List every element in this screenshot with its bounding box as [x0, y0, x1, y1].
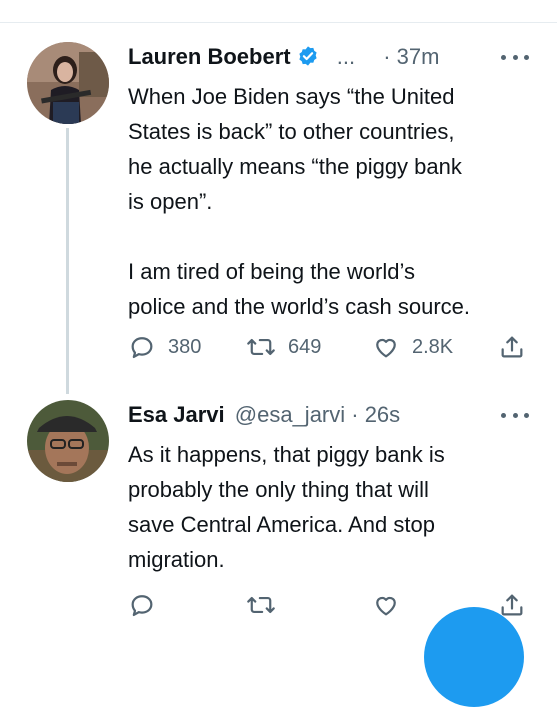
top-bar	[0, 0, 557, 23]
reply-icon	[131, 595, 153, 617]
tweet-text: When Joe Biden says “the United States i…	[128, 84, 471, 319]
reply-count: 380	[168, 335, 202, 358]
like-count: 2.8K	[412, 335, 454, 358]
tweet-1[interactable]: Lauren Boebert ... · 37m When Joe Biden …	[128, 44, 537, 324]
reply-button[interactable]: 380	[128, 333, 201, 361]
more-options-icon[interactable]	[501, 406, 529, 424]
tweet-time[interactable]: · 37m	[383, 44, 439, 69]
reply-icon	[131, 337, 153, 359]
author-name[interactable]: Lauren Boebert	[128, 44, 291, 69]
like-icon	[376, 596, 396, 616]
like-button[interactable]: 2.8K	[372, 333, 453, 361]
avatar-lauren-boebert[interactable]	[27, 42, 109, 124]
reply-button[interactable]	[128, 591, 156, 619]
thread-connector-line	[66, 128, 69, 394]
author-handle-and-time[interactable]: @esa_jarvi · 26s	[235, 402, 400, 427]
tweet-header: Esa Jarvi @esa_jarvi · 26s	[128, 402, 537, 436]
like-button[interactable]	[372, 591, 400, 619]
tweet-text: As it happens, that piggy bank is probab…	[128, 442, 445, 572]
author-handle[interactable]: ...	[337, 44, 355, 69]
author-name[interactable]: Esa Jarvi	[128, 402, 225, 427]
tweet-2[interactable]: Esa Jarvi @esa_jarvi · 26s As it happens…	[128, 402, 537, 577]
retweet-button[interactable]: 649	[246, 333, 321, 361]
compose-tweet-button[interactable]	[424, 607, 524, 707]
like-icon	[376, 338, 396, 358]
retweet-icon	[247, 596, 275, 614]
tweet-1-actions: 380 649 2.8K	[128, 333, 537, 363]
retweet-button[interactable]	[246, 591, 276, 619]
verified-badge-icon	[297, 45, 319, 73]
retweet-icon	[247, 338, 275, 356]
avatar-esa-jarvi[interactable]	[27, 400, 109, 482]
retweet-count: 649	[288, 335, 322, 358]
share-icon	[501, 336, 523, 358]
more-options-icon[interactable]	[501, 48, 529, 66]
share-button[interactable]	[498, 333, 526, 361]
tweet-header: Lauren Boebert ... · 37m	[128, 44, 537, 78]
